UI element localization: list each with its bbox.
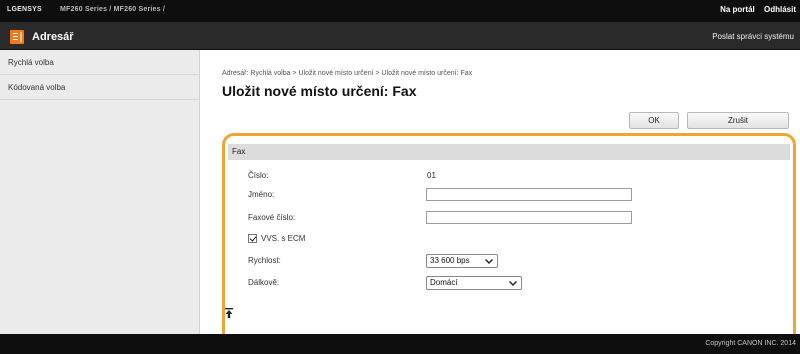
device-name: LGENSYS (7, 6, 42, 13)
ok-button[interactable]: OK (629, 112, 679, 129)
logout-link[interactable]: Odhlásit (764, 5, 796, 14)
address-book-icon (10, 30, 24, 44)
number-value: 01 (427, 171, 436, 180)
distance-selected-value: Domácí (430, 278, 458, 287)
fax-number-input[interactable] (426, 211, 632, 224)
fax-number-label: Faxové číslo: (248, 213, 296, 222)
speed-select[interactable]: 33 600 bps (426, 254, 498, 268)
fax-section-header: Fax (228, 144, 790, 160)
footer: Copyright CANON INC. 2014 (0, 334, 800, 354)
cancel-button[interactable]: Zrušit (687, 112, 789, 129)
sidebar-item-speed-dial[interactable]: Rychlá volba (0, 50, 199, 75)
app-title: Adresář (32, 31, 74, 43)
number-label: Číslo: (248, 171, 269, 180)
device-info: LGENSYS MF260 Series / MF260 Series / (7, 6, 165, 13)
chevron-down-icon (509, 281, 517, 286)
speed-label: Rychlost: (248, 256, 281, 265)
name-input[interactable] (426, 188, 632, 201)
main-content: Adresář: Rychlá volba > Uložit nové míst… (210, 50, 800, 354)
app-header: Adresář Poslat správci systému (0, 22, 800, 50)
page-title: Uložit nové místo určení: Fax (222, 83, 417, 99)
sidebar-item-coded-dial[interactable]: Kódovaná volba (0, 75, 199, 100)
speed-selected-value: 33 600 bps (430, 256, 470, 265)
top-links: Na portál Odhlásit (713, 5, 796, 14)
fax-section: Fax Číslo: 01 Jméno: Faxové číslo: VVS. … (222, 133, 796, 354)
distance-select[interactable]: Domácí (426, 276, 522, 290)
ecm-label: VVS. s ECM (261, 234, 306, 243)
device-model: MF260 Series / MF260 Series / (60, 6, 166, 13)
name-label: Jméno: (248, 190, 275, 199)
ecm-checkbox[interactable] (248, 234, 257, 243)
breadcrumb: Adresář: Rychlá volba > Uložit nové míst… (222, 70, 473, 77)
distance-label: Dálkově: (248, 278, 280, 287)
sysadmin-link[interactable]: Poslat správci systému (712, 32, 794, 41)
portal-link[interactable]: Na portál (720, 5, 755, 14)
copyright: Copyright CANON INC. 2014 (705, 340, 796, 347)
back-to-top-icon[interactable] (225, 308, 233, 318)
top-bar: LGENSYS MF260 Series / MF260 Series / Na… (0, 0, 800, 22)
sidebar: Rychlá volba Kódovaná volba (0, 50, 200, 334)
chevron-down-icon (485, 259, 493, 264)
